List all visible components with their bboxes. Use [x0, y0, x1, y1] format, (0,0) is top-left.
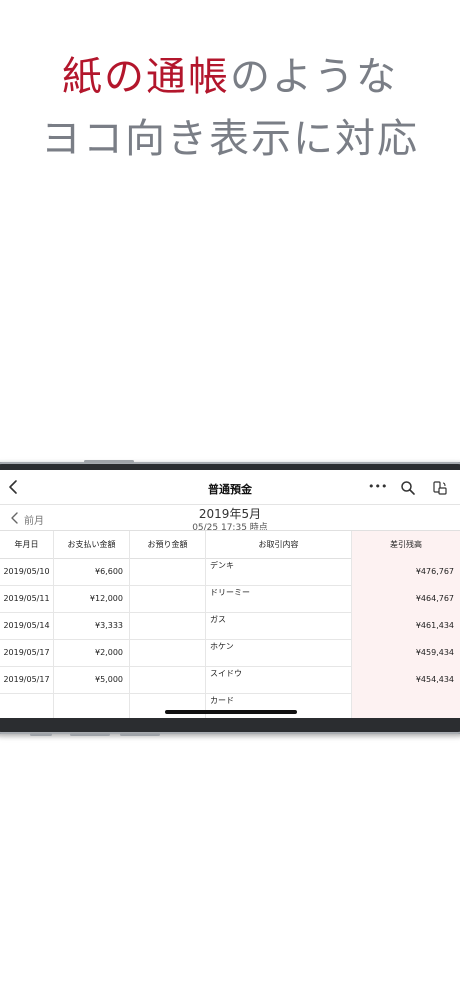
description-cell: デンキ — [206, 558, 352, 585]
date-cell: 2019/05/17 — [0, 639, 54, 666]
headline-accent: 紙の通帳 — [62, 54, 230, 100]
balance-cell: ¥459,434 — [352, 639, 460, 666]
headline-line-2: ヨコ向き表示に対応 — [41, 116, 419, 162]
table-row[interactable]: カード — [0, 693, 460, 718]
search-icon[interactable] — [400, 480, 416, 496]
date-cell: 2019/05/11 — [0, 585, 54, 612]
deposit-cell — [130, 612, 206, 639]
balance-cell: ¥464,767 — [352, 585, 460, 612]
deposit-cell — [130, 693, 206, 718]
date-cell: 2019/05/10 — [0, 558, 54, 585]
balance-cell: ¥454,434 — [352, 666, 460, 693]
navigation-bar: 普通預金 ••• — [0, 470, 460, 505]
table-row[interactable]: 2019/05/14 ¥3,333 ガス ¥461,434 — [0, 612, 460, 640]
phone-volume-down — [120, 733, 160, 736]
description-cell: スイドウ — [206, 666, 352, 693]
month-header: 前月 2019年5月 05/25 17:35 時点 — [0, 504, 460, 533]
description-cell: ホケン — [206, 639, 352, 666]
deposit-cell — [130, 558, 206, 585]
deposit-cell — [130, 639, 206, 666]
column-header-payment: お支払い金額 — [54, 531, 130, 558]
payment-cell — [54, 693, 130, 718]
payment-cell: ¥5,000 — [54, 666, 130, 693]
payment-cell: ¥2,000 — [54, 639, 130, 666]
balance-cell: ¥461,434 — [352, 612, 460, 639]
table-row[interactable]: 2019/05/11 ¥12,000 ドリーミー ¥464,767 — [0, 585, 460, 613]
deposit-cell — [130, 585, 206, 612]
balance-cell — [352, 693, 460, 718]
description-cell: ガス — [206, 612, 352, 639]
date-cell — [0, 693, 54, 718]
column-header-balance: 差引残高 — [352, 531, 460, 558]
column-header-deposit: お預り金額 — [130, 531, 206, 558]
date-cell: 2019/05/17 — [0, 666, 54, 693]
table-row[interactable]: 2019/05/17 ¥5,000 スイドウ ¥454,434 — [0, 666, 460, 694]
date-cell: 2019/05/14 — [0, 612, 54, 639]
phone-volume-up — [70, 733, 110, 736]
table-row[interactable]: 2019/05/10 ¥6,600 デンキ ¥476,767 — [0, 558, 460, 586]
phone-mute-switch — [30, 733, 52, 736]
headline-rest: のような — [230, 54, 398, 100]
table-header: 年月日 お支払い金額 お預り金額 お取引内容 差引残高 — [0, 530, 460, 559]
balance-cell: ¥476,767 — [352, 558, 460, 585]
rotate-icon[interactable] — [432, 480, 448, 496]
payment-cell: ¥6,600 — [54, 558, 130, 585]
table-row[interactable]: 2019/05/17 ¥2,000 ホケン ¥459,434 — [0, 639, 460, 667]
payment-cell: ¥12,000 — [54, 585, 130, 612]
more-button[interactable]: ••• — [368, 480, 387, 493]
home-indicator[interactable] — [165, 710, 297, 714]
deposit-cell — [130, 666, 206, 693]
column-header-description: お取引内容 — [206, 531, 352, 558]
headline-line-1: 紙の通帳のような — [0, 44, 460, 102]
payment-cell: ¥3,333 — [54, 612, 130, 639]
description-cell: ドリーミー — [206, 585, 352, 612]
column-header-date: 年月日 — [0, 531, 54, 558]
page-title: 普通預金 — [208, 483, 252, 496]
phone-volume-button — [84, 460, 134, 463]
app-screen: 普通預金 ••• 前月 2019年5月 05/25 17:35 時点 年月日 お… — [0, 470, 460, 718]
description-cell: カード — [206, 693, 352, 718]
